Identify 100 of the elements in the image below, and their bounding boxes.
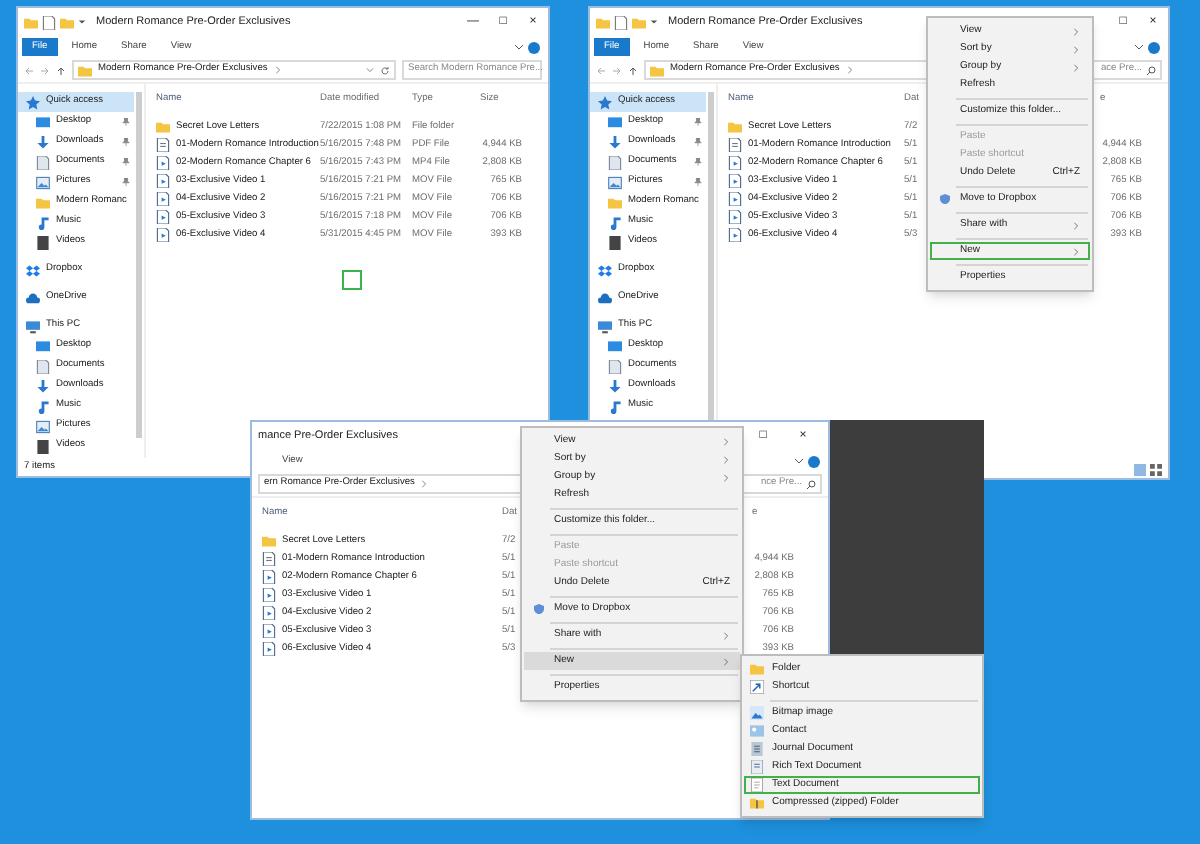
monitor-icon — [36, 115, 50, 129]
search-icon — [806, 479, 816, 489]
video-file-icon — [728, 228, 742, 242]
video-file-icon — [156, 174, 170, 188]
video-file-icon — [262, 624, 276, 638]
details-view-icon — [1134, 463, 1146, 475]
chevron-right-icon — [722, 631, 730, 639]
folder-icon — [608, 195, 622, 209]
dropbox-icon — [26, 263, 40, 277]
document-icon — [614, 15, 628, 29]
image-file-icon — [750, 706, 764, 720]
folder-icon — [596, 15, 610, 29]
shortcut-icon — [750, 680, 764, 694]
caret-icon — [650, 18, 658, 26]
chevron-right-icon — [1072, 221, 1080, 229]
video-file-icon — [728, 174, 742, 188]
video-file-icon — [262, 570, 276, 584]
video-file-icon — [156, 192, 170, 206]
shield-icon — [940, 194, 950, 204]
folder-icon — [24, 15, 38, 29]
document-icon — [262, 552, 276, 566]
pin-icon — [122, 118, 130, 126]
document-icon — [36, 359, 50, 373]
computer-icon — [598, 319, 612, 333]
video-file-icon — [728, 192, 742, 206]
document-icon — [42, 15, 56, 29]
text-file-icon — [750, 778, 764, 792]
caret-icon — [78, 18, 86, 26]
video-file-icon — [262, 642, 276, 656]
search-icon — [1146, 65, 1156, 75]
chevron-right-icon — [1072, 63, 1080, 71]
chevron-right-icon — [722, 473, 730, 481]
video-file-icon — [262, 588, 276, 602]
film-icon — [608, 235, 622, 249]
pin-icon — [122, 178, 130, 186]
star-icon — [598, 95, 612, 109]
refresh-icon — [380, 65, 390, 75]
zip-folder-icon — [750, 796, 764, 810]
pin-icon — [694, 158, 702, 166]
chevron-down-icon — [514, 42, 524, 52]
folder-icon — [650, 63, 664, 77]
video-file-icon — [156, 210, 170, 224]
forward-arrow-icon — [612, 65, 622, 75]
pin-icon — [694, 118, 702, 126]
document-icon — [608, 155, 622, 169]
download-icon — [608, 135, 622, 149]
chevron-down-icon — [366, 66, 374, 74]
folder-icon — [728, 120, 742, 134]
chevron-down-icon — [794, 456, 804, 466]
chevron-down-icon — [1134, 42, 1144, 52]
back-arrow-icon — [596, 65, 606, 75]
dropbox-icon — [598, 263, 612, 277]
video-file-icon — [728, 156, 742, 170]
up-arrow-icon — [56, 65, 66, 75]
pin-icon — [122, 138, 130, 146]
picture-icon — [36, 419, 50, 433]
monitor-icon — [608, 115, 622, 129]
download-icon — [36, 379, 50, 393]
folder-icon — [36, 195, 50, 209]
pin-icon — [122, 158, 130, 166]
cloud-icon — [598, 291, 612, 305]
star-icon — [26, 95, 40, 109]
music-note-icon — [36, 215, 50, 229]
music-note-icon — [608, 215, 622, 229]
chevron-right-icon — [1072, 45, 1080, 53]
pin-icon — [694, 178, 702, 186]
selection-rectangle — [342, 270, 362, 290]
up-arrow-icon — [628, 65, 638, 75]
film-icon — [36, 439, 50, 453]
chevron-right-icon — [722, 437, 730, 445]
folder-icon — [632, 15, 646, 29]
document-icon — [750, 760, 764, 774]
download-icon — [608, 379, 622, 393]
document-icon — [728, 138, 742, 152]
folder-icon — [78, 63, 92, 77]
contact-card-icon — [750, 724, 764, 738]
back-arrow-icon — [24, 65, 34, 75]
picture-icon — [608, 175, 622, 189]
pin-icon — [694, 138, 702, 146]
folder-icon — [60, 15, 74, 29]
download-icon — [36, 135, 50, 149]
video-file-icon — [728, 210, 742, 224]
chevron-right-icon — [1072, 247, 1080, 255]
journal-icon — [750, 742, 764, 756]
document-icon — [36, 155, 50, 169]
monitor-icon — [608, 339, 622, 353]
video-file-icon — [156, 228, 170, 242]
folder-icon — [750, 662, 764, 676]
chevron-right-icon — [722, 657, 730, 665]
folder-icon — [262, 534, 276, 548]
cloud-icon — [26, 291, 40, 305]
chevron-right-icon — [722, 455, 730, 463]
music-note-icon — [608, 399, 622, 413]
computer-icon — [26, 319, 40, 333]
video-file-icon — [156, 156, 170, 170]
tiles-view-icon — [1150, 463, 1162, 475]
film-icon — [36, 235, 50, 249]
folder-icon — [156, 120, 170, 134]
scrollbar[interactable] — [136, 92, 142, 438]
chevron-right-icon — [1072, 27, 1080, 35]
